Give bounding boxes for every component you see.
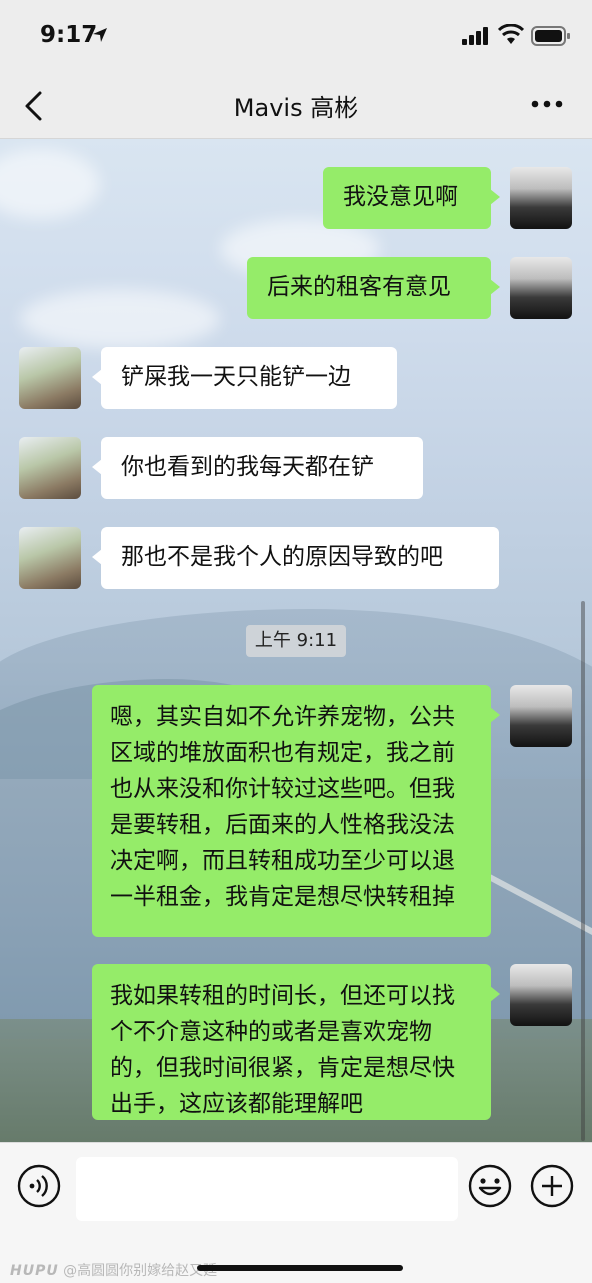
- avatar-contact[interactable]: [19, 347, 81, 409]
- watermark-brand: HUPU: [10, 1263, 59, 1279]
- message-bubble-received[interactable]: 铲屎我一天只能铲一边: [92, 347, 397, 409]
- wifi-icon: [498, 24, 524, 44]
- location-arrow-icon: [93, 28, 107, 42]
- status-time: 9:17: [40, 22, 98, 48]
- chat-area[interactable]: 我没意见啊 后来的租客有意见 铲屎我一天只能铲一边 你也看到的我每天都在铲 那也…: [0, 139, 592, 1142]
- home-indicator[interactable]: [197, 1265, 403, 1271]
- message-bubble-sent[interactable]: 后来的租客有意见: [247, 257, 500, 319]
- nav-bar: Mavis 高彬: [0, 72, 592, 139]
- background-cloud: [20, 289, 220, 349]
- watermark: HUPU @高圆圆你别嫁给赵又廷: [10, 1260, 217, 1280]
- avatar-me[interactable]: [510, 167, 572, 229]
- avatar-me[interactable]: [510, 964, 572, 1026]
- voice-icon[interactable]: [17, 1164, 61, 1208]
- emoji-icon[interactable]: [468, 1164, 512, 1208]
- avatar-me[interactable]: [510, 257, 572, 319]
- message-bubble-received[interactable]: 那也不是我个人的原因导致的吧: [92, 527, 499, 589]
- status-bar: 9:17: [0, 0, 592, 72]
- message-timestamp: 上午 9:11: [246, 625, 346, 657]
- message-bubble-sent[interactable]: 我如果转租的时间长，但还可以找个不介意这种的或者是喜欢宠物的，但我时间很紧，肯定…: [92, 964, 500, 1120]
- avatar-me[interactable]: [510, 685, 572, 747]
- message-bubble-sent[interactable]: 嗯，其实自如不允许养宠物，公共区域的堆放面积也有规定，我之前也从来没和你计较过这…: [92, 685, 500, 937]
- scrollbar[interactable]: [581, 601, 585, 1141]
- plus-icon[interactable]: [530, 1164, 574, 1208]
- chat-title: Mavis 高彬: [233, 94, 359, 122]
- background-cloud: [0, 149, 100, 219]
- more-dots-icon[interactable]: [531, 100, 563, 108]
- input-bar: HUPU @高圆圆你别嫁给赵又廷: [0, 1142, 592, 1283]
- message-bubble-received[interactable]: 你也看到的我每天都在铲: [92, 437, 423, 499]
- battery-icon: [531, 26, 570, 46]
- message-bubble-sent[interactable]: 我没意见啊: [323, 167, 500, 229]
- watermark-text: @高圆圆你别嫁给赵又廷: [63, 1263, 218, 1279]
- avatar-contact[interactable]: [19, 527, 81, 589]
- avatar-contact[interactable]: [19, 437, 81, 499]
- message-input[interactable]: [76, 1157, 458, 1221]
- signal-icon: [462, 27, 488, 45]
